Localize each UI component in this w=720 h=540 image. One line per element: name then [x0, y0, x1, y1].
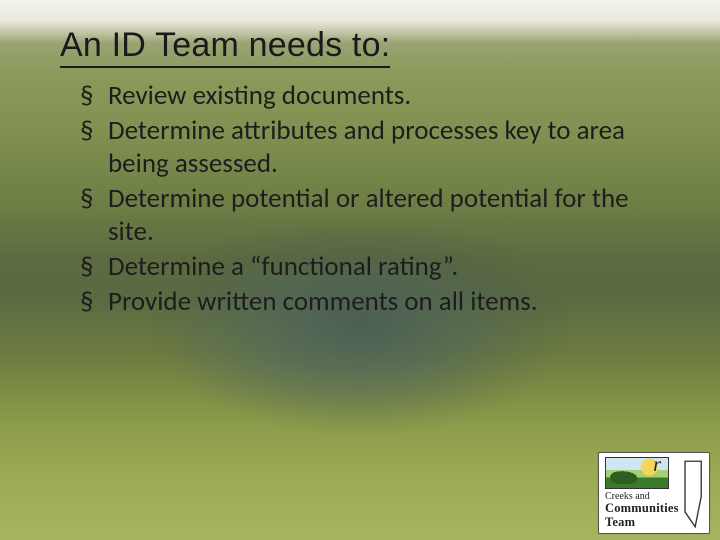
logo-line: Communities	[605, 501, 679, 515]
bullet-text: Determine potential or altered potential…	[108, 182, 629, 248]
bullet-text: Determine a “functional rating”.	[108, 250, 458, 283]
list-item: Provide written comments on all items.	[80, 286, 650, 319]
logo-line: Team	[605, 515, 635, 529]
bullet-text: Determine attributes and processes key t…	[108, 114, 625, 180]
slide-title-text: An ID Team needs to:	[60, 26, 390, 68]
bullet-text: Provide written comments on all items.	[108, 285, 538, 318]
logo-left: Creeks and Communities Team	[605, 457, 679, 529]
bullet-text: Review existing documents.	[108, 79, 411, 112]
bullet-list: Review existing documents. Determine att…	[80, 80, 650, 321]
logo-line: Creeks and	[605, 491, 650, 502]
slide: An ID Team needs to: Review existing doc…	[0, 0, 720, 540]
slide-title: An ID Team needs to:	[60, 26, 390, 65]
logo-mark: r	[653, 454, 661, 477]
nevada-outline-icon	[683, 457, 703, 529]
list-item: Determine potential or altered potential…	[80, 183, 650, 249]
logo-text: Creeks and Communities Team	[605, 492, 679, 530]
list-item: Determine a “functional rating”.	[80, 251, 650, 284]
list-item: Determine attributes and processes key t…	[80, 115, 650, 181]
list-item: Review existing documents.	[80, 80, 650, 113]
logo-badge: Creeks and Communities Team r	[598, 452, 710, 534]
